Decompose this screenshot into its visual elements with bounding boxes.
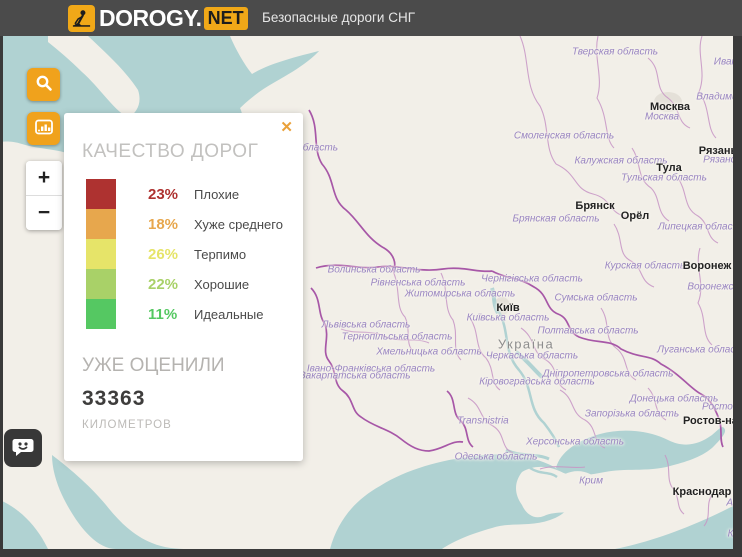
legend-row: 11% Идеальные (86, 299, 285, 329)
map-zoom-control: + − (26, 161, 62, 230)
legend-swatch (86, 299, 116, 329)
legend-row: 22% Хорошие (86, 269, 285, 299)
rated-title: УЖЕ ОЦЕНИЛИ (82, 355, 225, 376)
legend-label: Терпимо (194, 246, 247, 262)
search-button[interactable] (27, 68, 60, 101)
legend-swatch (86, 269, 116, 299)
search-icon (34, 73, 54, 96)
legend-swatch (86, 239, 116, 269)
legend-label: Хуже среднего (194, 216, 283, 232)
close-icon[interactable]: ✕ (280, 119, 293, 137)
legend-row: 26% Терпимо (86, 239, 285, 269)
rivers (490, 287, 561, 479)
legend-percent: 22% (148, 275, 179, 293)
legend-swatch (86, 209, 116, 239)
legend-percent: 11% (148, 305, 178, 323)
legend-row: 23% Плохие (86, 179, 285, 209)
legend-percent: 23% (148, 185, 179, 203)
zoom-out-button[interactable]: − (26, 196, 62, 230)
chat-smiley-icon (10, 434, 36, 463)
site-logo[interactable]: DOROGY. NET (68, 4, 248, 32)
legend-label: Идеальные (194, 306, 264, 322)
road-worker-icon (68, 4, 95, 32)
panel-title: КАЧЕСТВО ДОРОГ (82, 141, 259, 162)
zoom-in-button[interactable]: + (26, 161, 62, 195)
site-tagline: Безопасные дороги СНГ (262, 10, 416, 25)
page-edge-strip (0, 36, 3, 549)
legend-label: Плохие (194, 186, 240, 202)
legend-row: 18% Хуже среднего (86, 209, 285, 239)
logo-word: DOROGY. (99, 4, 202, 31)
header-bar: DOROGY. NET Безопасные дороги СНГ (0, 0, 742, 36)
bar-chart-icon (33, 116, 55, 141)
legend-percent: 18% (148, 215, 179, 233)
rated-unit: КИЛОМЕТРОВ (82, 419, 172, 431)
legend-label: Хорошие (194, 276, 250, 292)
rated-value: 33363 (82, 387, 146, 410)
national-borders (308, 109, 724, 452)
chat-button[interactable] (4, 429, 42, 467)
road-quality-panel: ✕ КАЧЕСТВО ДОРОГ 23% Плохие 18% Хуже сре… (64, 113, 303, 461)
road-quality-legend: 23% Плохие 18% Хуже среднего 26% Терпимо… (86, 179, 285, 329)
stats-button[interactable] (27, 112, 60, 145)
logo-tld: NET (203, 6, 248, 30)
legend-swatch (86, 179, 116, 209)
legend-percent: 26% (148, 245, 179, 263)
